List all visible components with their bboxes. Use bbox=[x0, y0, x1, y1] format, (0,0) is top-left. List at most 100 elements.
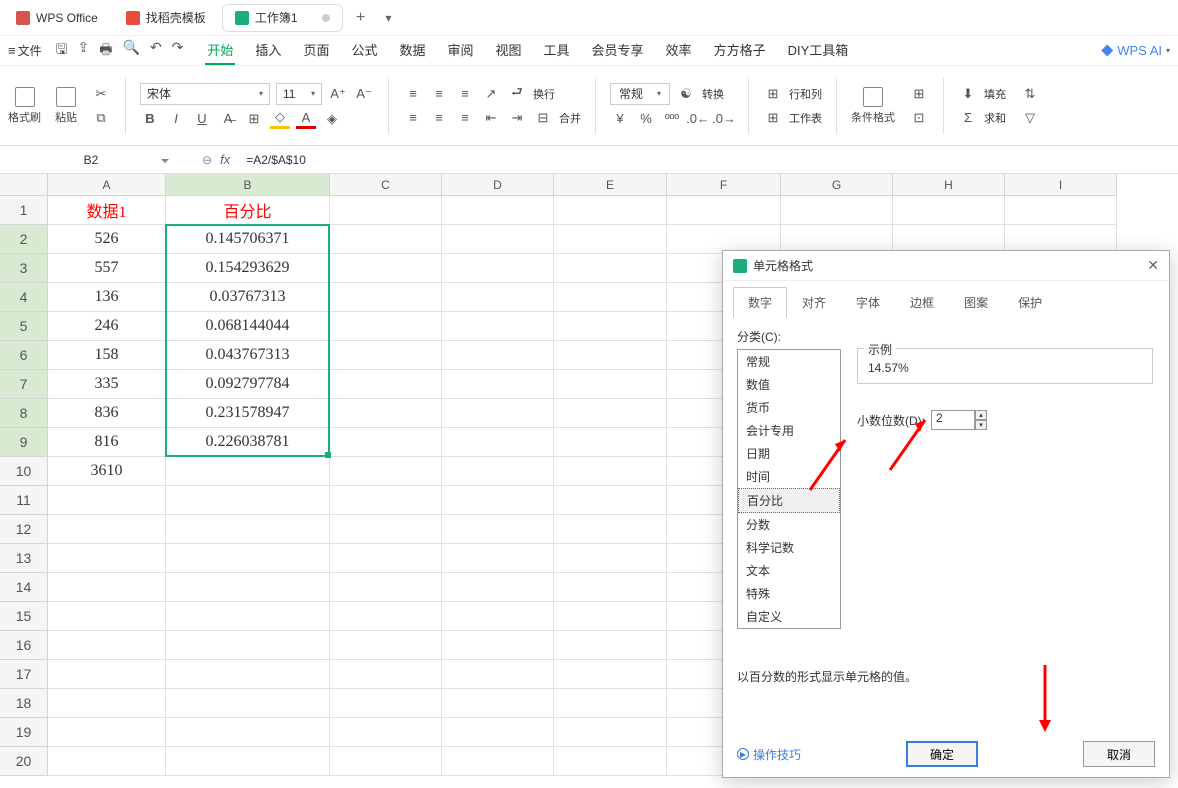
tab-insert[interactable]: 插入 bbox=[253, 36, 283, 65]
col-header-H[interactable]: H bbox=[893, 174, 1005, 196]
table-style-icon[interactable]: ⊞ bbox=[909, 84, 929, 104]
cell-A11[interactable] bbox=[48, 486, 166, 515]
tab-diy[interactable]: DIY工具箱 bbox=[786, 36, 851, 65]
cell-C3[interactable] bbox=[330, 254, 442, 283]
cell-A3[interactable]: 557 bbox=[48, 254, 166, 283]
cell-B16[interactable] bbox=[166, 631, 330, 660]
cat-percent[interactable]: 百分比 bbox=[738, 488, 840, 513]
cell-A1[interactable]: 数据1 bbox=[48, 196, 166, 225]
cell-B4[interactable]: 0.03767313 bbox=[166, 283, 330, 312]
cell-C9[interactable] bbox=[330, 428, 442, 457]
cell-D13[interactable] bbox=[442, 544, 554, 573]
cell-B5[interactable]: 0.068144044 bbox=[166, 312, 330, 341]
cell-C14[interactable] bbox=[330, 573, 442, 602]
filter-icon[interactable]: ▽ bbox=[1020, 108, 1040, 128]
cell-C10[interactable] bbox=[330, 457, 442, 486]
cell-C2[interactable] bbox=[330, 225, 442, 254]
cell-D6[interactable] bbox=[442, 341, 554, 370]
cell-E12[interactable] bbox=[554, 515, 667, 544]
convert-button[interactable]: ☯ bbox=[676, 84, 696, 104]
currency-icon[interactable]: ¥ bbox=[610, 109, 630, 129]
cell-D19[interactable] bbox=[442, 718, 554, 747]
cell-D8[interactable] bbox=[442, 399, 554, 428]
cancel-formula-icon[interactable]: ⊖ bbox=[202, 153, 212, 167]
cell-E16[interactable] bbox=[554, 631, 667, 660]
cat-scientific[interactable]: 科学记数 bbox=[738, 536, 840, 559]
cell-B17[interactable] bbox=[166, 660, 330, 689]
cell-A16[interactable] bbox=[48, 631, 166, 660]
cell-E8[interactable] bbox=[554, 399, 667, 428]
cell-H1[interactable] bbox=[893, 196, 1005, 225]
tab-member[interactable]: 会员专享 bbox=[590, 36, 646, 65]
tab-data[interactable]: 数据 bbox=[397, 36, 427, 65]
align-left-icon[interactable]: ≡ bbox=[403, 108, 423, 128]
cell-C15[interactable] bbox=[330, 602, 442, 631]
align-center-icon[interactable]: ≡ bbox=[429, 108, 449, 128]
align-top-icon[interactable]: ≡ bbox=[403, 84, 423, 104]
col-header-F[interactable]: F bbox=[667, 174, 781, 196]
cell-E5[interactable] bbox=[554, 312, 667, 341]
cell-D4[interactable] bbox=[442, 283, 554, 312]
align-middle-icon[interactable]: ≡ bbox=[429, 84, 449, 104]
cell-D7[interactable] bbox=[442, 370, 554, 399]
cat-time[interactable]: 时间 bbox=[738, 465, 840, 488]
row-header-8[interactable]: 8 bbox=[0, 399, 48, 428]
row-header-12[interactable]: 12 bbox=[0, 515, 48, 544]
cell-E15[interactable] bbox=[554, 602, 667, 631]
row-header-1[interactable]: 1 bbox=[0, 196, 48, 225]
font-select[interactable]: 宋体▾ bbox=[140, 83, 270, 105]
cell-A10[interactable]: 3610 bbox=[48, 457, 166, 486]
tab-ffgz[interactable]: 方方格子 bbox=[712, 36, 768, 65]
cell-B6[interactable]: 0.043767313 bbox=[166, 341, 330, 370]
cell-A20[interactable] bbox=[48, 747, 166, 776]
cut-icon[interactable]: ✂ bbox=[91, 84, 111, 104]
align-bottom-icon[interactable]: ≡ bbox=[455, 84, 475, 104]
cell-B13[interactable] bbox=[166, 544, 330, 573]
cat-text[interactable]: 文本 bbox=[738, 559, 840, 582]
cell-C5[interactable] bbox=[330, 312, 442, 341]
row-header-14[interactable]: 14 bbox=[0, 573, 48, 602]
sort-icon[interactable]: ⇅ bbox=[1020, 84, 1040, 104]
dlg-tab-border[interactable]: 边框 bbox=[895, 287, 949, 318]
cell-E3[interactable] bbox=[554, 254, 667, 283]
col-header-C[interactable]: C bbox=[330, 174, 442, 196]
col-header-E[interactable]: E bbox=[554, 174, 667, 196]
fill-icon[interactable]: ⬇ bbox=[958, 84, 978, 104]
row-header-18[interactable]: 18 bbox=[0, 689, 48, 718]
cell-C11[interactable] bbox=[330, 486, 442, 515]
row-header-20[interactable]: 20 bbox=[0, 747, 48, 776]
cell-B18[interactable] bbox=[166, 689, 330, 718]
cell-B1[interactable]: 百分比 bbox=[166, 196, 330, 225]
share-icon[interactable]: ⇪ bbox=[78, 39, 90, 63]
paste-button[interactable]: 粘贴 bbox=[55, 87, 77, 125]
cell-D16[interactable] bbox=[442, 631, 554, 660]
cell-C8[interactable] bbox=[330, 399, 442, 428]
decimal-input[interactable]: 2 bbox=[931, 410, 975, 430]
cat-currency[interactable]: 货币 bbox=[738, 396, 840, 419]
cell-A18[interactable] bbox=[48, 689, 166, 718]
cell-E18[interactable] bbox=[554, 689, 667, 718]
tab-template[interactable]: 找稻壳模板 bbox=[114, 4, 218, 32]
spin-up-icon[interactable]: ▴ bbox=[975, 410, 987, 420]
cell-C1[interactable] bbox=[330, 196, 442, 225]
row-header-10[interactable]: 10 bbox=[0, 457, 48, 486]
decrease-font-icon[interactable]: A⁻ bbox=[354, 84, 374, 104]
tab-menu-button[interactable]: ▾ bbox=[375, 4, 403, 32]
cell-D2[interactable] bbox=[442, 225, 554, 254]
tab-page[interactable]: 页面 bbox=[301, 36, 331, 65]
row-header-9[interactable]: 9 bbox=[0, 428, 48, 457]
cell-D20[interactable] bbox=[442, 747, 554, 776]
cell-D15[interactable] bbox=[442, 602, 554, 631]
cell-B10[interactable] bbox=[166, 457, 330, 486]
cell-A14[interactable] bbox=[48, 573, 166, 602]
dlg-tab-number[interactable]: 数字 bbox=[733, 287, 787, 318]
cell-B8[interactable]: 0.231578947 bbox=[166, 399, 330, 428]
cat-date[interactable]: 日期 bbox=[738, 442, 840, 465]
formula-input[interactable]: =A2/$A$10 bbox=[246, 153, 306, 167]
cell-A19[interactable] bbox=[48, 718, 166, 747]
cell-A6[interactable]: 158 bbox=[48, 341, 166, 370]
cell-C4[interactable] bbox=[330, 283, 442, 312]
cell-B2[interactable]: 0.145706371 bbox=[166, 225, 330, 254]
cell-E7[interactable] bbox=[554, 370, 667, 399]
row-header-5[interactable]: 5 bbox=[0, 312, 48, 341]
